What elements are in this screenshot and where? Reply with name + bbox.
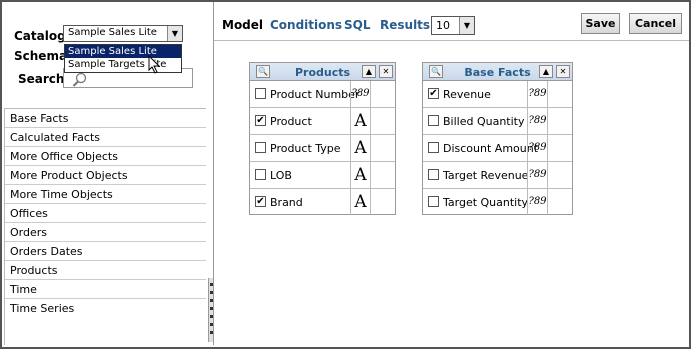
table-row[interactable]: Target Quantity ?89 [423,189,572,216]
catalog-label: Catalog [14,29,66,43]
save-button[interactable]: Save [581,13,620,34]
numeric-type-icon: ?89 [527,189,548,215]
cancel-button[interactable]: Cancel [629,13,682,34]
catalog-select-value: Sample Sales Lite [68,27,157,38]
list-item[interactable]: Base Facts [5,109,206,128]
column-checkbox[interactable] [428,115,439,126]
column-name: Product Type [270,142,341,155]
column-checkbox[interactable] [255,142,266,153]
column-checkbox-checked[interactable]: ✔ [255,196,266,207]
column-name: Revenue [443,88,491,101]
text-type-icon: A [350,108,371,134]
catalog-dropdown-list: Sample Sales Lite Sample Targets Lite [64,44,182,73]
tab-conditions[interactable]: Conditions [270,18,342,32]
column-checkbox[interactable] [428,142,439,153]
base-facts-table: 🔍 Base Facts ▲ ✕ ✔ Revenue ?89 Billed Qu… [422,62,573,215]
list-item[interactable]: Calculated Facts [5,128,206,147]
column-checkbox[interactable] [255,169,266,180]
search-icon[interactable] [72,72,88,88]
table-header: 🔍 Products ▲ ✕ [250,63,395,81]
text-type-icon: A [350,189,371,215]
table-header: 🔍 Base Facts ▲ ✕ [423,63,572,81]
list-item[interactable]: More Office Objects [5,147,206,166]
column-checkbox[interactable] [428,169,439,180]
toolbar-divider [214,40,689,41]
column-name: Product [270,115,312,128]
subject-area-list: Base Facts Calculated Facts More Office … [4,108,206,345]
collapse-icon[interactable]: ▲ [362,65,376,78]
list-item[interactable]: Orders Dates [5,242,206,261]
text-type-icon: A [350,162,371,188]
table-row[interactable]: Product Type A [250,135,395,162]
panel-divider [213,2,214,345]
numeric-type-icon: ?89 [527,135,548,161]
catalog-option-sample-targets-lite[interactable]: Sample Targets Lite [65,58,181,71]
table-row[interactable]: ✔ Product A [250,108,395,135]
numeric-type-icon: ?89 [527,81,548,107]
column-name: Target Revenue [443,169,529,182]
column-checkbox[interactable] [428,196,439,207]
column-name: Brand [270,196,303,209]
column-checkbox-checked[interactable]: ✔ [255,115,266,126]
tab-sql[interactable]: SQL [344,18,371,32]
list-item[interactable]: More Product Objects [5,166,206,185]
products-table: 🔍 Products ▲ ✕ Product Number ?89 ✔ Prod… [249,62,396,215]
numeric-type-icon: ?89 [350,81,371,107]
collapse-icon[interactable]: ▲ [539,65,553,78]
table-row[interactable]: Product Number ?89 [250,81,395,108]
table-row[interactable]: Discount Amount ?89 [423,135,572,162]
mouse-pointer-icon [148,55,161,74]
list-item[interactable]: Offices [5,204,206,223]
column-name: Discount Amount [443,142,539,155]
chevron-down-icon[interactable]: ▼ [167,26,182,41]
table-row[interactable]: LOB A [250,162,395,189]
schema-label: Schema [14,49,68,63]
catalog-select[interactable]: Sample Sales Lite ▼ [63,25,183,42]
close-icon[interactable]: ✕ [379,65,393,78]
tab-model[interactable]: Model [222,18,263,32]
text-type-icon: A [350,135,371,161]
close-icon[interactable]: ✕ [556,65,570,78]
numeric-type-icon: ?89 [527,108,548,134]
table-row[interactable]: ✔ Brand A [250,189,395,216]
numeric-type-icon: ?89 [527,162,548,188]
column-name: LOB [270,169,292,182]
list-item[interactable]: Time Series [5,299,206,318]
table-row[interactable]: ✔ Revenue ?89 [423,81,572,108]
table-row[interactable]: Billed Quantity ?89 [423,108,572,135]
column-checkbox[interactable] [255,88,266,99]
column-name: Product Number [270,88,360,101]
list-item[interactable]: More Time Objects [5,185,206,204]
row-count-value: 10 [436,19,450,32]
chevron-down-icon[interactable]: ▼ [459,17,474,34]
column-name: Target Quantity [443,196,529,209]
search-label: Search [18,72,65,86]
table-row[interactable]: Target Revenue ?89 [423,162,572,189]
row-count-select[interactable]: 10 ▼ [431,16,475,35]
column-name: Billed Quantity [443,115,525,128]
column-checkbox-checked[interactable]: ✔ [428,88,439,99]
list-item[interactable]: Time [5,280,206,299]
list-item[interactable]: Products [5,261,206,280]
list-item[interactable]: Orders [5,223,206,242]
tab-results[interactable]: Results [380,18,430,32]
catalog-option-sample-sales-lite[interactable]: Sample Sales Lite [65,45,181,58]
